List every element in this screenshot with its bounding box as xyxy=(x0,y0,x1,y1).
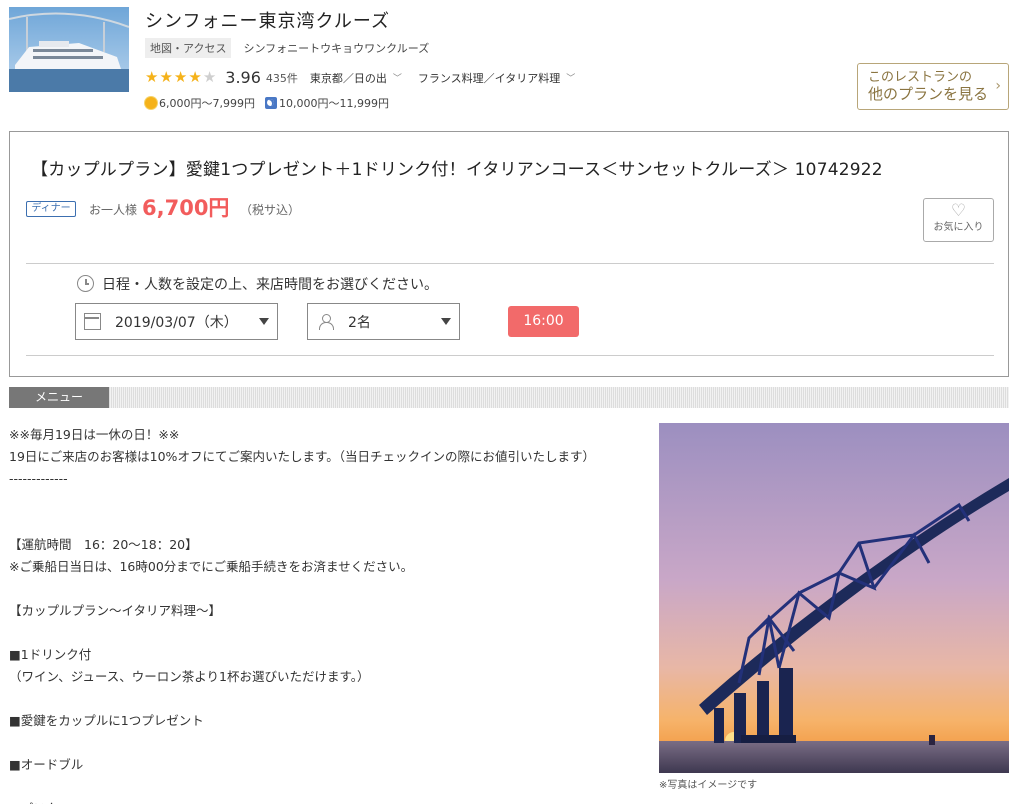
meta-row: 地図・アクセス シンフォニートウキョウワンクルーズ xyxy=(145,38,430,58)
menu-line xyxy=(9,776,649,798)
selected-date: 2019/03/07（木） xyxy=(115,314,238,331)
dinner-tag: ディナー xyxy=(26,201,76,217)
other-plans-button[interactable]: このレストランの 他のプランを見る › xyxy=(857,63,1009,110)
review-count[interactable]: 435件 xyxy=(266,70,298,86)
plan-price: 6,700円 xyxy=(142,196,230,220)
plan-photo xyxy=(659,423,1009,773)
lunch-price: 6,000円～7,999円 xyxy=(159,97,255,110)
people-select[interactable]: 2名 xyxy=(307,303,460,340)
tax-label: （税サ込） xyxy=(240,203,301,217)
per-person-label: お一人様 xyxy=(89,203,138,217)
star-empty-icon: ★ xyxy=(202,68,217,86)
rating-stars: ★ ★ ★ ★ ★ xyxy=(145,70,217,85)
reservation-instruction: 日程・人数を設定の上、来店時間をお選びください。 xyxy=(102,277,438,293)
menu-line: 【運航時間 16：20～18：20】 xyxy=(9,537,198,552)
photo-caption: ※写真はイメージです xyxy=(659,780,758,791)
rating-score: 3.96 xyxy=(225,68,261,87)
menu-line xyxy=(9,578,649,600)
menu-line xyxy=(9,732,649,754)
favorite-button[interactable]: ♡ お気に入り xyxy=(923,198,994,242)
rating-row: ★ ★ ★ ★ ★ 3.96 435件 東京都／日の出 ﹀ フランス料理／イタリ… xyxy=(145,68,591,87)
menu-line xyxy=(9,490,649,512)
dropdown-caret-icon xyxy=(259,318,269,325)
selected-people: 2名 xyxy=(348,314,371,331)
chevron-down-icon[interactable]: ﹀ xyxy=(566,71,575,84)
menu-line: ※※毎月19日は一休の日！※※ xyxy=(9,427,180,442)
cuisine-link[interactable]: フランス料理／イタリア料理 xyxy=(418,70,560,86)
menu-description: ※※毎月19日は一休の日！※※ 19日にご来店のお客様は10%オフにてご案内いたし… xyxy=(9,424,649,804)
menu-line: ■パスタ xyxy=(9,798,649,804)
favorite-label: お気に入り xyxy=(933,222,984,233)
time-slot-button[interactable]: 16:00 xyxy=(508,306,579,337)
clock-icon xyxy=(77,275,94,292)
chevron-right-icon: › xyxy=(995,78,1001,94)
dinner-price: 10,000円～11,999円 xyxy=(278,97,389,110)
menu-section-bar: メニュー xyxy=(9,387,1009,408)
restaurant-thumbnail[interactable] xyxy=(9,7,129,92)
menu-line: 【カップルプラン～イタリア料理～】 xyxy=(9,603,222,618)
menu-line: ■オードブル xyxy=(9,757,84,772)
divider xyxy=(26,355,994,356)
location-link[interactable]: 東京都／日の出 xyxy=(310,70,387,86)
menu-line: （ワイン、ジュース、ウーロン茶より1杯お選びいただけます。） xyxy=(9,669,370,684)
date-select[interactable]: 2019/03/07（木） xyxy=(75,303,278,340)
moon-icon xyxy=(264,97,277,109)
menu-line xyxy=(9,688,649,710)
menu-line xyxy=(9,622,649,644)
menu-line: ■1ドリンク付 xyxy=(9,647,92,662)
restaurant-name[interactable]: シンフォニー東京湾クルーズ xyxy=(145,7,390,33)
restaurant-kana: シンフォニートウキョウワンクルーズ xyxy=(243,42,430,55)
restaurant-header: シンフォニー東京湾クルーズ 地図・アクセス シンフォニートウキョウワンクルーズ … xyxy=(0,0,1025,118)
star-icon: ★ xyxy=(173,68,188,86)
menu-line: ※ご乗船日当日は、16時00分までにご乗船手続きをお済ませください。 xyxy=(9,559,414,574)
chevron-down-icon[interactable]: ﹀ xyxy=(393,71,402,84)
star-icon: ★ xyxy=(159,68,173,86)
heart-plus-icon: ♡ xyxy=(950,201,967,221)
star-icon: ★ xyxy=(145,68,159,86)
menu-line xyxy=(9,512,649,534)
star-icon: ★ xyxy=(188,68,202,86)
plan-title: 【カップルプラン】愛鍵1つプレゼント＋1ドリンク付！イタリアンコース＜サンセット… xyxy=(31,160,883,180)
divider xyxy=(26,263,994,264)
map-access-tag[interactable]: 地図・アクセス xyxy=(145,38,232,58)
plan-box: 【カップルプラン】愛鍵1つプレゼント＋1ドリンク付！イタリアンコース＜サンセット… xyxy=(9,131,1009,377)
price-range-row: 6,000円～7,999円 10,000円～11,999円 xyxy=(145,95,389,111)
menu-line: ■愛鍵をカップルに1つプレゼント xyxy=(9,713,204,728)
menu-tab: メニュー xyxy=(9,387,109,408)
sun-icon xyxy=(145,97,157,109)
menu-line: 19日にご来店のお客様は10%オフにてご案内いたします。（当日チェックインの際に… xyxy=(9,449,595,464)
menu-line: ------------- xyxy=(9,471,68,486)
other-plans-line1: このレストランの xyxy=(868,70,973,85)
other-plans-line2: 他のプランを見る xyxy=(868,85,989,103)
dropdown-caret-icon xyxy=(441,318,451,325)
calendar-icon xyxy=(84,313,101,330)
person-icon xyxy=(318,313,334,330)
